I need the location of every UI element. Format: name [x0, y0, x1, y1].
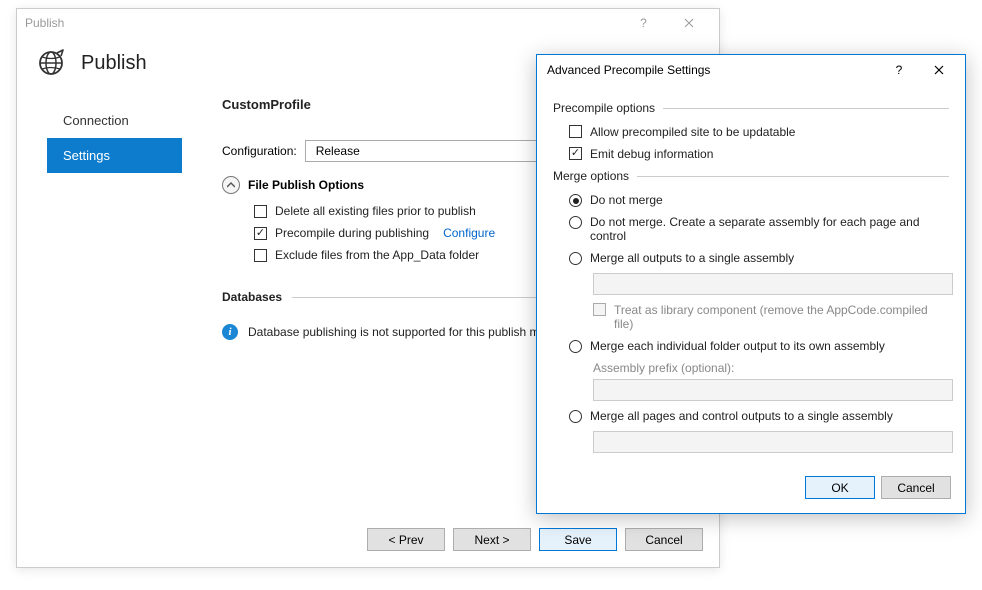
do-not-merge-row[interactable]: Do not merge — [569, 193, 949, 207]
do-not-merge-radio[interactable] — [569, 194, 582, 207]
separate-per-page-label: Do not merge. Create a separate assembly… — [590, 215, 949, 243]
emit-debug-checkbox[interactable] — [569, 147, 582, 160]
merge-pages-row[interactable]: Merge all pages and control outputs to a… — [569, 409, 949, 423]
ok-button[interactable]: OK — [805, 476, 875, 499]
nav-settings[interactable]: Settings — [47, 138, 182, 173]
configure-link[interactable]: Configure — [443, 226, 495, 240]
databases-message: Database publishing is not supported for… — [248, 325, 573, 339]
merge-single-label: Merge all outputs to a single assembly — [590, 251, 794, 265]
divider — [663, 108, 949, 109]
merge-pages-radio[interactable] — [569, 410, 582, 423]
precompile-options-group: Precompile options — [553, 101, 949, 115]
close-button[interactable] — [666, 9, 711, 37]
separate-per-page-radio[interactable] — [569, 216, 582, 229]
info-icon: i — [222, 324, 238, 340]
emit-debug-label: Emit debug information — [590, 147, 713, 161]
merge-pages-assembly-input — [593, 431, 953, 453]
save-button[interactable]: Save — [539, 528, 617, 551]
precompile-label: Precompile during publishing — [275, 226, 429, 240]
treat-library-row: Treat as library component (remove the A… — [593, 303, 949, 331]
assembly-prefix-label: Assembly prefix (optional): — [593, 361, 949, 375]
allow-updatable-row[interactable]: Allow precompiled site to be updatable — [569, 125, 949, 139]
advanced-titlebar: Advanced Precompile Settings ? — [537, 55, 965, 85]
merge-single-radio[interactable] — [569, 252, 582, 265]
merge-folder-label: Merge each individual folder output to i… — [590, 339, 885, 353]
merge-pages-label: Merge all pages and control outputs to a… — [590, 409, 893, 423]
delete-existing-label: Delete all existing files prior to publi… — [275, 204, 476, 218]
next-button[interactable]: Next > — [453, 528, 531, 551]
chevron-up-icon — [222, 176, 240, 194]
configuration-label: Configuration: — [222, 144, 297, 158]
advanced-precompile-dialog: Advanced Precompile Settings ? Precompil… — [536, 54, 966, 514]
advanced-close-button[interactable] — [919, 56, 959, 84]
exclude-appdata-label: Exclude files from the App_Data folder — [275, 248, 479, 262]
nav-connection[interactable]: Connection — [47, 103, 182, 138]
allow-updatable-checkbox[interactable] — [569, 125, 582, 138]
merge-folder-row[interactable]: Merge each individual folder output to i… — [569, 339, 949, 353]
do-not-merge-label: Do not merge — [590, 193, 663, 207]
assembly-prefix-input-wrap — [593, 379, 949, 401]
close-icon — [684, 18, 694, 28]
close-icon — [934, 65, 944, 75]
window-controls: ? — [621, 9, 711, 37]
treat-library-label: Treat as library component (remove the A… — [614, 303, 949, 331]
advanced-body: Precompile options Allow precompiled sit… — [537, 85, 965, 471]
merge-folder-radio[interactable] — [569, 340, 582, 353]
publish-window-title: Publish — [25, 16, 621, 30]
publish-nav: Connection Settings — [47, 97, 182, 340]
exclude-appdata-checkbox[interactable] — [254, 249, 267, 262]
publish-button-bar: < Prev Next > Save Cancel — [367, 528, 703, 551]
assembly-prefix-input — [593, 379, 953, 401]
merge-single-assembly-input — [593, 273, 953, 295]
merge-options-label: Merge options — [553, 169, 629, 183]
allow-updatable-label: Allow precompiled site to be updatable — [590, 125, 795, 139]
publish-titlebar: Publish ? — [17, 9, 719, 37]
merge-single-assembly-input-wrap — [593, 273, 949, 295]
precompile-options-label: Precompile options — [553, 101, 655, 115]
separate-per-page-row[interactable]: Do not merge. Create a separate assembly… — [569, 215, 949, 243]
file-publish-options-label: File Publish Options — [248, 178, 364, 192]
advanced-help-button[interactable]: ? — [879, 56, 919, 84]
merge-single-row[interactable]: Merge all outputs to a single assembly — [569, 251, 949, 265]
cancel-button[interactable]: Cancel — [625, 528, 703, 551]
databases-label: Databases — [222, 290, 282, 304]
treat-library-checkbox — [593, 303, 606, 316]
delete-existing-checkbox[interactable] — [254, 205, 267, 218]
globe-publish-icon — [37, 49, 65, 77]
merge-options-group: Merge options — [553, 169, 949, 183]
precompile-checkbox[interactable] — [254, 227, 267, 240]
advanced-button-bar: OK Cancel — [805, 476, 951, 499]
help-button[interactable]: ? — [621, 9, 666, 37]
emit-debug-row[interactable]: Emit debug information — [569, 147, 949, 161]
advanced-dialog-title: Advanced Precompile Settings — [547, 63, 879, 77]
publish-header-title: Publish — [81, 52, 147, 75]
divider — [637, 176, 949, 177]
prev-button[interactable]: < Prev — [367, 528, 445, 551]
merge-pages-assembly-input-wrap — [593, 431, 949, 453]
advanced-cancel-button[interactable]: Cancel — [881, 476, 951, 499]
